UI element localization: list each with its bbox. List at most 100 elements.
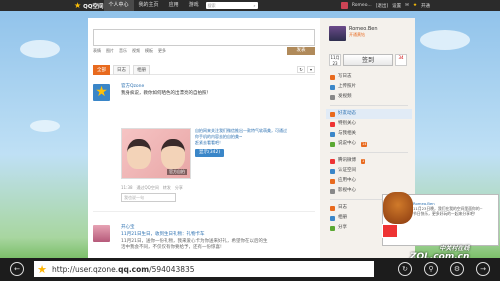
menu-upload-photo[interactable]: 上传照片	[326, 82, 412, 92]
menu-special-care[interactable]: 特别关心	[326, 119, 412, 129]
app-share-title[interactable]: 自拍网来关注我们微信推出一款特气软萌美，可通过你手机的内容去拍自拍美~	[195, 128, 290, 140]
url-prefix: http://user.qzone.	[52, 264, 119, 274]
url-domain: qq.com	[118, 264, 150, 274]
refresh-icon[interactable]: ↻	[297, 66, 305, 73]
menu-weibo[interactable]: 腾讯微博 1	[326, 156, 412, 166]
divider	[330, 152, 408, 153]
app-share-more[interactable]: 赶紧去看看吧！	[195, 140, 290, 146]
star-icon[interactable]: ★	[413, 3, 417, 8]
url-suffix: /594043835	[149, 264, 195, 274]
cloud-decoration	[20, 40, 60, 58]
photo-person	[127, 138, 151, 169]
top-navbar: ★ QQ空间 个人中心 我的主页 应用 游戏 搜索 ⌕ Romeo... [退出…	[0, 0, 500, 11]
search-input[interactable]: 搜索 ⌕	[205, 2, 258, 9]
pencil-icon	[330, 74, 335, 80]
share-link[interactable]: 分享	[175, 185, 183, 191]
profile-card: Romeo.Ben 开通黄钻	[329, 26, 378, 41]
filter-all-tab[interactable]: 全部	[93, 64, 110, 75]
qzone-official-avatar[interactable]: ★	[93, 84, 110, 101]
popup-line: 节日快乐，更多好玩的一起来分享吧！	[413, 211, 478, 216]
post-photo[interactable]: 官方自拍	[121, 128, 191, 179]
menu-label: 写日志	[338, 74, 352, 79]
menu-label: 上传照片	[338, 84, 356, 89]
publish-button[interactable]: 发表	[287, 47, 315, 55]
vip-link[interactable]: 开通黄钻	[349, 32, 378, 38]
menu-label: 相册	[338, 215, 347, 220]
photo-person	[161, 138, 185, 169]
filter-album-tab[interactable]: 相册	[133, 64, 150, 75]
feed-item: ★ 官方Qzone 我身疯说，教你如何晒色的出漂亮的自拍照！ 官方自拍 自拍网来…	[93, 84, 315, 209]
cloud-decoration	[30, 120, 60, 132]
menu-post-video[interactable]: 发视频	[326, 92, 412, 102]
menu-shuoshuo[interactable]: 说说中心 14	[326, 139, 412, 149]
count-badge: 14	[361, 141, 368, 147]
app-share-box: 自拍网来关注我们微信推出一款特气软萌美，可通过你手机的内容去拍自拍美~ 赶紧去看…	[195, 128, 290, 157]
open-vip-link[interactable]: 开通	[421, 3, 430, 9]
friend-avatar[interactable]	[93, 225, 110, 242]
filter-blog-tab[interactable]: 日志	[113, 64, 130, 75]
feed-filter-bar: 全部 日志 相册 ↻ ▾	[93, 64, 315, 75]
nav-my-home[interactable]: 我的主页	[134, 0, 164, 11]
count-badge: 1	[361, 158, 366, 164]
emoji-tool[interactable]: 表情	[93, 48, 101, 54]
forward-icon[interactable]: →	[476, 262, 490, 276]
refresh-icon[interactable]: ↻	[398, 262, 412, 276]
tools-icon[interactable]: ⚙	[450, 262, 464, 276]
site-favicon: ★	[36, 262, 48, 276]
pin-icon[interactable]: ⚲	[424, 262, 438, 276]
user-avatar[interactable]	[340, 2, 348, 9]
menu-label: 特别关心	[338, 121, 356, 126]
qzone-logo[interactable]: ★ QQ空间	[74, 1, 104, 10]
search-icon[interactable]: ⌕	[253, 3, 255, 8]
menu-friend-feed[interactable]: 好友动态	[326, 109, 412, 119]
template-tool[interactable]: 模板	[145, 48, 153, 54]
menu-label: 应用中心	[338, 178, 356, 183]
menu-label: 与我相关	[338, 131, 356, 136]
forward-link[interactable]: 转发	[163, 185, 171, 191]
menu-related[interactable]: 与我相关	[326, 129, 412, 139]
settings-link[interactable]: 设置	[392, 3, 401, 9]
share-icon	[330, 225, 335, 231]
heart-icon	[330, 121, 335, 127]
post-source: 通过QQ空间	[136, 185, 159, 190]
image-tool[interactable]: 图片	[106, 48, 114, 54]
menu-label: 日志	[338, 205, 347, 210]
post-header: 开心宝	[121, 225, 311, 231]
nav-games[interactable]: 游戏	[184, 0, 204, 11]
composer-toolbar: 表情 图片 音乐 视频 模板 更多 发表	[93, 47, 315, 55]
post-body: 11月21日，送你一份礼物，我来爱心卡为你送来好礼，希望你在以后的生活中我会不同…	[121, 239, 268, 250]
video-tool[interactable]: 视频	[132, 48, 140, 54]
menu-certified[interactable]: 认证空间	[326, 166, 412, 176]
topbar-username[interactable]: Romeo...	[352, 3, 372, 8]
post-author[interactable]: 开心宝	[121, 225, 135, 230]
logout-link[interactable]: [退出]	[376, 3, 389, 9]
menu-label: 影视中心	[338, 188, 356, 193]
view-button[interactable]: 显示(342)	[195, 149, 225, 157]
signin-button[interactable]: 签到	[343, 54, 393, 66]
post-author[interactable]: 官方Qzone	[121, 84, 144, 89]
chat-icon	[330, 141, 335, 147]
divider	[330, 105, 408, 106]
status-composer[interactable]	[93, 29, 315, 46]
video-icon	[330, 94, 335, 100]
comment-input[interactable]: 我也说一句	[121, 193, 176, 202]
menu-label: 分享	[338, 225, 347, 230]
back-icon[interactable]: ←	[10, 262, 24, 276]
feed-column: 表情 图片 音乐 视频 模板 更多 发表 全部 日志 相册 ↻ ▾ ★ 官方Qz…	[88, 18, 320, 258]
feed-item: 开心宝 11月21日生日，收到生日礼物：礼物卡车 11月21日，送你一份礼物，我…	[93, 211, 315, 258]
more-tool[interactable]: 更多	[158, 48, 166, 54]
url-field[interactable]: ★ http://user.qzone. qq.com/594043835	[34, 261, 374, 277]
weibo-icon	[330, 158, 335, 164]
search-placeholder: 搜索	[207, 2, 216, 8]
signin-date: 11月23	[329, 54, 341, 66]
profile-avatar[interactable]	[329, 26, 346, 41]
nav-apps[interactable]: 应用	[164, 0, 184, 11]
menu-app-center[interactable]: 应用中心	[326, 176, 412, 186]
nav-personal-center[interactable]: 个人中心	[103, 0, 134, 11]
roast-turkey-image	[383, 192, 413, 224]
mail-icon[interactable]: ✉	[405, 3, 409, 8]
music-tool[interactable]: 音乐	[119, 48, 127, 54]
menu-write-blog[interactable]: 写日志	[326, 72, 412, 82]
dropdown-icon[interactable]: ▾	[307, 66, 315, 73]
post-time: 11:38	[121, 185, 133, 190]
